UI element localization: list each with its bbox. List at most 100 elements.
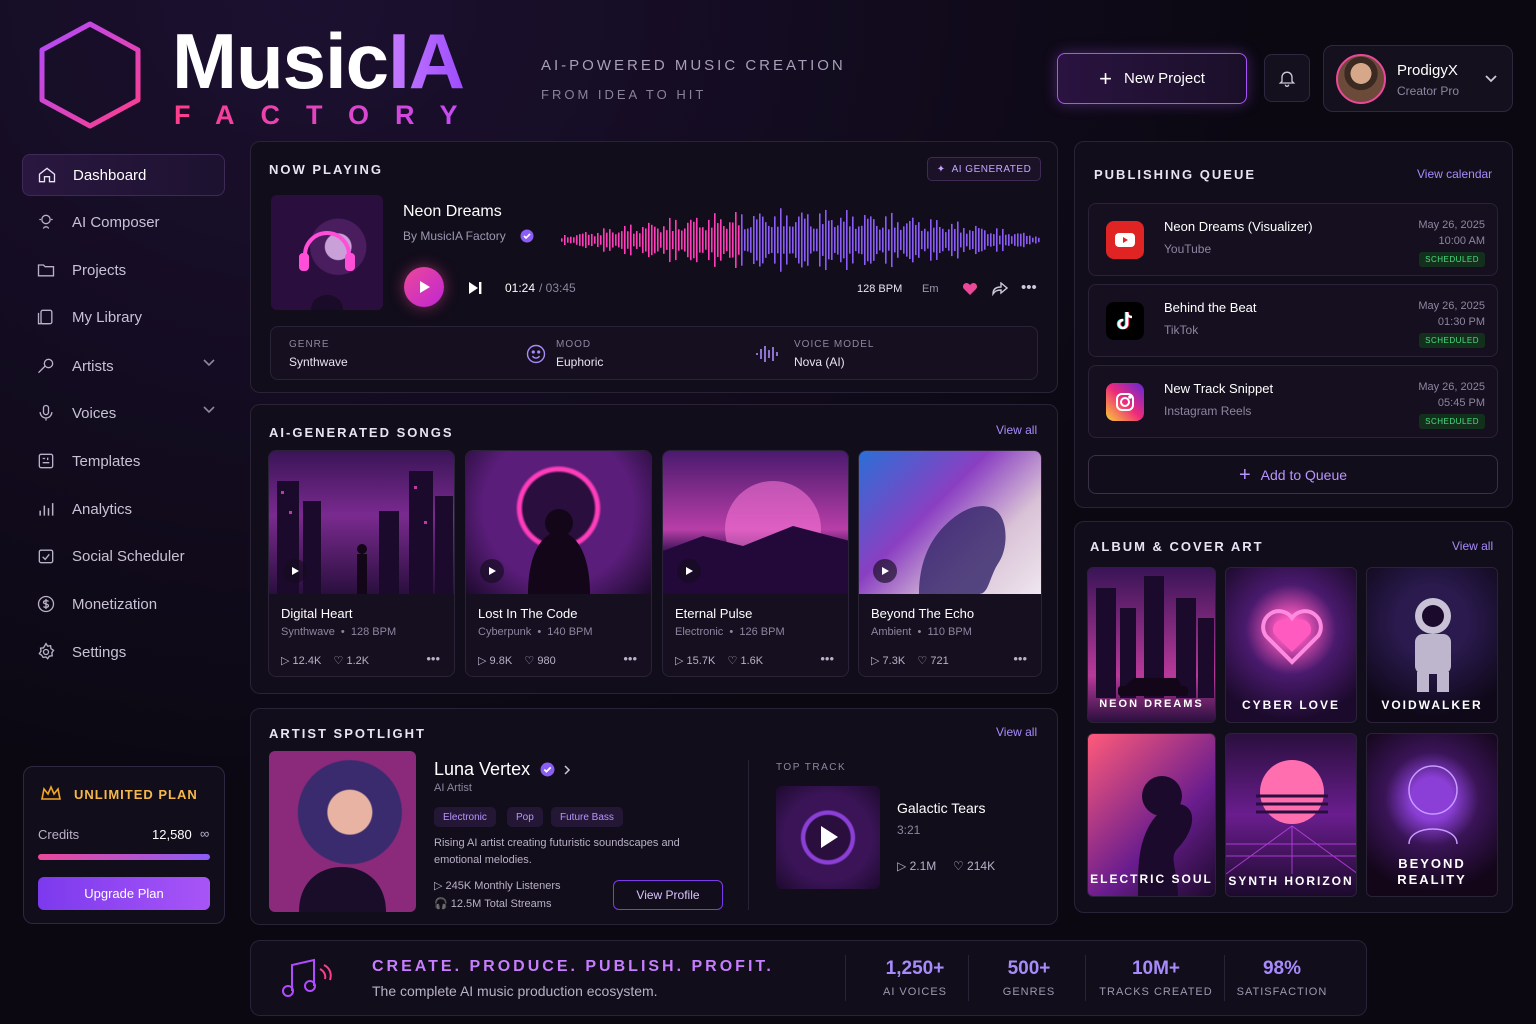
waveform-bar (882, 227, 884, 253)
chevron-right-icon[interactable] (563, 765, 571, 775)
song-card[interactable]: Beyond The Echo Ambient • 110 BPM ▷ 7.3K… (858, 450, 1042, 677)
heart-icon[interactable] (962, 282, 978, 296)
more-options-icon[interactable]: ••• (623, 651, 637, 666)
waveform-bar (936, 220, 938, 260)
more-options-icon[interactable]: ••• (1021, 279, 1037, 296)
more-options-icon[interactable]: ••• (820, 651, 834, 666)
waveform-bar (567, 237, 569, 243)
waveform-bar (918, 222, 920, 258)
sidebar-item-templates[interactable]: Templates (22, 440, 225, 482)
add-to-queue-button[interactable]: + Add to Queue (1088, 455, 1498, 494)
track-meta-box: GENRE Synthwave MOOD Euphoric VOICE MODE… (270, 326, 1038, 380)
sidebar-item-my-library[interactable]: My Library (22, 296, 225, 338)
sidebar-item-dashboard[interactable]: Dashboard (22, 154, 225, 196)
play-button[interactable] (404, 267, 444, 307)
song-genre: Ambient (871, 626, 912, 638)
skip-next-icon[interactable] (467, 280, 483, 296)
album-card[interactable]: VOIDWALKER (1366, 567, 1498, 723)
smile-icon (526, 344, 546, 364)
brand-name-music: Music (172, 17, 389, 105)
waveform-bar (771, 227, 773, 253)
genre-tag[interactable]: Electronic (434, 807, 496, 827)
song-card[interactable]: Digital Heart Synthwave • 128 BPM ▷ 12.4… (268, 450, 455, 677)
album-card[interactable]: ELECTRIC SOUL (1087, 733, 1216, 897)
waveform-bar (753, 215, 755, 265)
notifications-button[interactable] (1264, 54, 1310, 102)
waveform-bar (978, 228, 980, 252)
track-artist: By MusicIA Factory (403, 229, 506, 243)
top-track-likes: 214K (967, 859, 996, 873)
album-card[interactable]: SYNTH HORIZON (1225, 733, 1357, 897)
song-bpm: 128 BPM (350, 626, 397, 638)
waveform-bar (642, 226, 644, 254)
divider (968, 955, 969, 1001)
songs-view-all-link[interactable]: View all (996, 423, 1037, 437)
credits-label: Credits (38, 827, 80, 842)
play-button[interactable] (283, 559, 307, 583)
share-icon[interactable] (992, 282, 1008, 296)
waveform-bar (876, 225, 878, 255)
sidebar-item-monetization[interactable]: Monetization (22, 583, 225, 625)
waveform-bar (831, 220, 833, 260)
sidebar-item-analytics[interactable]: Analytics (22, 488, 225, 530)
more-options-icon[interactable]: ••• (426, 651, 440, 666)
song-bpm: 140 BPM (547, 626, 593, 638)
more-options-icon[interactable]: ••• (1013, 651, 1027, 666)
play-button[interactable] (677, 559, 701, 583)
song-card[interactable]: Eternal Pulse Electronic • 126 BPM ▷ 15.… (662, 450, 849, 677)
sidebar-item-voices[interactable]: Voices (22, 392, 225, 434)
sidebar-item-projects[interactable]: Projects (22, 249, 225, 291)
view-calendar-link[interactable]: View calendar (1417, 167, 1492, 181)
album-card[interactable]: CYBER LOVE (1225, 567, 1357, 723)
waveform-bar (594, 236, 596, 244)
song-stats: ▷ 15.7K ♡ 1.6K (675, 654, 763, 667)
song-card[interactable]: Lost In The Code Cyberpunk • 140 BPM ▷ 9… (465, 450, 652, 677)
composer-icon (39, 214, 53, 229)
waveform-bar (912, 217, 914, 263)
waveform-bar (798, 216, 800, 264)
waveform-bar (888, 229, 890, 251)
album-view-all-link[interactable]: View all (1452, 539, 1493, 553)
artist-view-all-link[interactable]: View all (996, 725, 1037, 739)
genre-tag[interactable]: Future Bass (551, 807, 623, 827)
waveform-bar (972, 231, 974, 249)
waveform-bar (687, 222, 689, 258)
queue-item-time: 01:30 PM (1437, 316, 1485, 328)
sidebar-item-artists[interactable]: Artists (22, 345, 225, 387)
footer-subline: The complete AI music production ecosyst… (372, 983, 658, 999)
sidebar-item-settings[interactable]: Settings (22, 631, 225, 673)
divider (748, 760, 749, 910)
waveform-bar (870, 216, 872, 264)
upgrade-plan-button[interactable]: Upgrade Plan (38, 877, 210, 910)
queue-item[interactable]: New Track Snippet Instagram Reels May 26… (1088, 365, 1498, 438)
waveform-bar (921, 230, 923, 250)
sidebar-item-ai-composer[interactable]: AI Composer (22, 201, 225, 243)
play-button[interactable] (480, 559, 504, 583)
album-title-line1: BEYOND (1398, 856, 1466, 871)
song-title: Digital Heart (281, 606, 353, 621)
song-plays: 7.3K (882, 655, 906, 667)
waveform-bar (609, 229, 611, 251)
new-project-button[interactable]: + New Project (1057, 53, 1247, 104)
queue-item-time: 05:45 PM (1437, 397, 1485, 409)
view-profile-button[interactable]: View Profile (613, 880, 723, 910)
artist-streams: 🎧 12.5M Total Streams (434, 897, 551, 910)
top-track-cover[interactable] (776, 786, 880, 889)
artist-type: AI Artist (434, 782, 472, 794)
plan-title: UNLIMITED PLAN (74, 787, 198, 802)
queue-item[interactable]: Behind the Beat TikTok May 26, 2025 01:30… (1088, 284, 1498, 357)
sidebar-item-social-scheduler[interactable]: Social Scheduler (22, 535, 225, 577)
play-button[interactable] (873, 559, 897, 583)
album-card[interactable]: BEYOND REALITY (1366, 733, 1498, 897)
album-card[interactable]: NEON DREAMS (1087, 567, 1216, 723)
waveform-bar (690, 219, 692, 261)
genre-tag[interactable]: Pop (507, 807, 543, 827)
listeners-value: 245K Monthly Listeners (445, 880, 561, 892)
queue-item[interactable]: Neon Dreams (Visualizer) YouTube May 26,… (1088, 203, 1498, 276)
stat-tracks-created: 10M+ TRACKS CREATED (1098, 958, 1214, 998)
waveform-bar (801, 212, 803, 268)
song-title: Beyond The Echo (871, 606, 975, 621)
user-menu[interactable]: ProdigyX Creator Pro (1323, 45, 1513, 112)
waveform-bar (828, 220, 830, 260)
waveform-bar (783, 226, 785, 254)
